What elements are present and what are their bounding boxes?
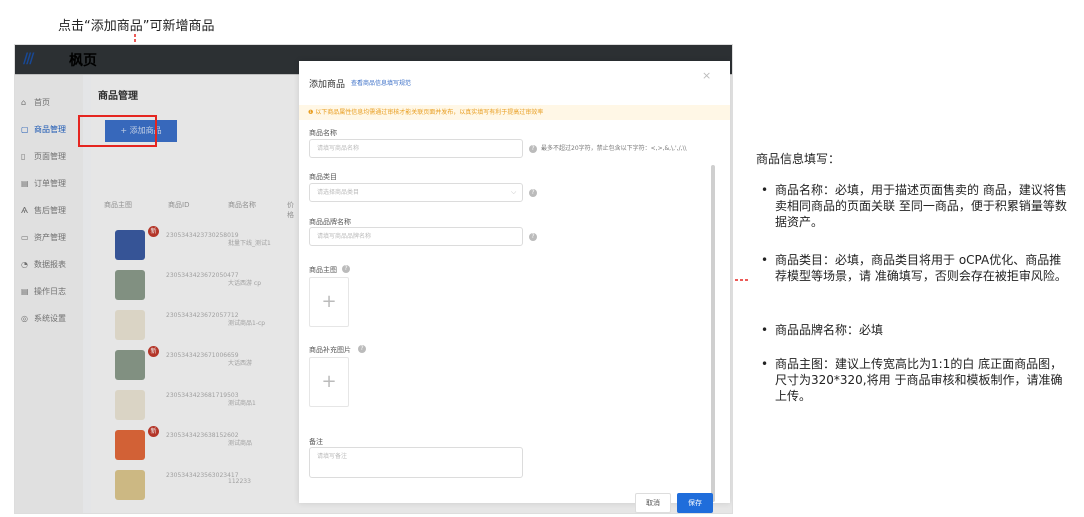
help-icon: ? bbox=[342, 265, 350, 273]
instruction-item: • 商品主图：建议上传宽高比为1:1的白 底正面商品图，尺寸为320*320,将用… bbox=[761, 357, 1063, 403]
brand-label: 商品品牌名称 bbox=[309, 218, 351, 226]
name-hint: 最多不超过20字符，禁止包含以下字符：<,>,&,\,',/,\\ bbox=[541, 145, 687, 152]
spec-link[interactable]: 查看商品信息填写规范 bbox=[351, 78, 411, 87]
modal-scrollbar[interactable] bbox=[711, 165, 715, 502]
main-image-upload[interactable]: + bbox=[309, 277, 349, 327]
help-icon: ? bbox=[529, 189, 537, 197]
brand-name-input[interactable]: 请填写商品品牌名称 bbox=[309, 227, 523, 246]
warning-banner: ❶ 以下商品属性信息均需通过审核才能关联页面并发布，以真实填写有利于提高过审效率 bbox=[299, 105, 730, 120]
instruction-title: 商品信息填写： bbox=[756, 152, 841, 166]
remark-textarea[interactable]: 请填写备注 bbox=[309, 447, 523, 478]
help-icon: ? bbox=[529, 233, 537, 241]
instruction-item: • 商品品牌名称：必填 bbox=[761, 323, 884, 337]
save-button[interactable]: 保存 bbox=[677, 493, 713, 513]
extra-image-label: 商品补充图片 bbox=[309, 346, 351, 354]
main-image-label: 商品主图 bbox=[309, 266, 337, 274]
help-icon: ? bbox=[529, 145, 537, 153]
name-label: 商品名称 bbox=[309, 129, 337, 137]
add-button-highlight bbox=[78, 115, 157, 147]
instruction-item: • 商品名称：必填，用于描述页面售卖的 商品，建议将售卖相同商品的页面关联 至同一… bbox=[761, 183, 1067, 229]
close-icon[interactable]: × bbox=[702, 69, 711, 82]
add-product-modal: 添加商品 查看商品信息填写规范 × ❶ 以下商品属性信息均需通过审核才能关联页面… bbox=[299, 61, 730, 513]
instruction-item: • 商品类目：必填，商品类目将用于 oCPA优化、商品推荐模型等场景，请 准确填写… bbox=[761, 253, 1067, 283]
remark-label: 备注 bbox=[309, 438, 323, 446]
modal-title: 添加商品 bbox=[309, 80, 346, 90]
chevron-down-icon: ⌵ bbox=[511, 188, 517, 196]
help-icon: ? bbox=[358, 345, 366, 353]
category-select[interactable]: 请选择商品类目 bbox=[309, 183, 523, 202]
product-name-input[interactable]: 请填写商品名称 bbox=[309, 139, 523, 158]
category-label: 商品类目 bbox=[309, 173, 337, 181]
extra-image-upload[interactable]: + bbox=[309, 357, 349, 407]
cancel-button[interactable]: 取消 bbox=[635, 493, 671, 513]
